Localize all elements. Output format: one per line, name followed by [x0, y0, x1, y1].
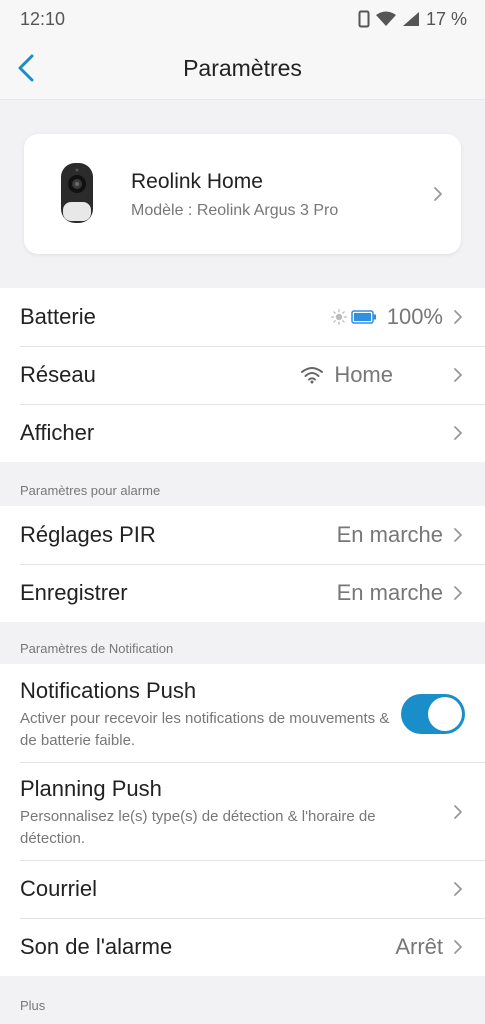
device-model: Modèle : Reolink Argus 3 Pro: [131, 202, 339, 219]
chevron-right-icon: [454, 368, 462, 382]
network-value: Home: [334, 362, 393, 387]
alarm-settings-group: Réglages PIR En marche Enregistrer En ma…: [0, 506, 485, 622]
wifi-status-icon: [375, 11, 396, 26]
pir-value: En marche: [336, 522, 443, 547]
chevron-right-icon: [454, 805, 462, 819]
page-title: Paramètres: [183, 55, 302, 81]
record-label: Enregistrer: [20, 580, 128, 605]
chevron-right-icon: [454, 426, 462, 440]
wifi-icon: [301, 367, 324, 384]
status-icons: 17 %: [358, 9, 467, 30]
chevron-right-icon: [454, 310, 462, 324]
display-row[interactable]: Afficher: [0, 404, 485, 462]
battery-icon: [350, 310, 376, 324]
chevron-right-icon: [454, 940, 462, 954]
status-battery: 17 %: [425, 8, 467, 29]
battery-row[interactable]: Batterie 100%: [0, 288, 485, 346]
push-schedule-row[interactable]: Planning Push Personnalisez le(s) type(s…: [0, 762, 485, 860]
battery-label: Batterie: [20, 304, 96, 329]
camera-icon: [61, 163, 93, 223]
main-settings-group: Batterie 100% Réseau Home Afficher: [0, 288, 485, 462]
push-description: Activer pour recevoir les notifications …: [20, 710, 390, 749]
battery-value: 100%: [386, 304, 443, 329]
status-bar: 12:10 17 %: [0, 0, 485, 38]
alarm-sound-row[interactable]: Son de l'alarme Arrêt: [0, 918, 485, 976]
schedule-description: Personnalisez le(s) type(s) de détection…: [20, 808, 376, 847]
notification-settings-group: Notifications Push Activer pour recevoir…: [0, 664, 485, 976]
chevron-right-icon: [454, 882, 462, 896]
push-toggle[interactable]: [401, 694, 465, 734]
chevron-left-icon: [18, 54, 34, 82]
more-section-header: Plus: [20, 998, 46, 1013]
signal-icon: [402, 12, 419, 26]
record-value: En marche: [336, 580, 443, 605]
chevron-right-icon: [454, 586, 462, 600]
record-row[interactable]: Enregistrer En marche: [0, 564, 485, 622]
back-button[interactable]: [8, 50, 44, 86]
chevron-right-icon: [454, 528, 462, 542]
sun-icon: [330, 309, 347, 325]
notification-section-header: Paramètres de Notification: [20, 641, 174, 656]
status-time: 12:10: [20, 8, 66, 29]
alarm-section-header: Paramètres pour alarme: [20, 483, 161, 498]
phone-icon: [358, 10, 370, 28]
alarm-sound-label: Son de l'alarme: [20, 934, 173, 959]
email-row[interactable]: Courriel: [0, 860, 485, 918]
pir-label: Réglages PIR: [20, 522, 156, 547]
pir-row[interactable]: Réglages PIR En marche: [0, 506, 485, 564]
app-bar: Paramètres: [0, 38, 485, 100]
display-label: Afficher: [20, 420, 95, 445]
email-label: Courriel: [20, 876, 98, 901]
device-name: Reolink Home: [131, 170, 263, 193]
push-notifications-row: Notifications Push Activer pour recevoir…: [0, 664, 485, 762]
schedule-label: Planning Push: [20, 776, 162, 801]
device-card[interactable]: Reolink Home Modèle : Reolink Argus 3 Pr…: [24, 134, 461, 254]
network-label: Réseau: [20, 362, 96, 387]
toggle-knob: [428, 697, 462, 731]
chevron-right-icon: [434, 187, 442, 201]
network-row[interactable]: Réseau Home: [0, 346, 485, 404]
alarm-sound-value: Arrêt: [395, 934, 443, 959]
push-label: Notifications Push: [20, 678, 197, 703]
